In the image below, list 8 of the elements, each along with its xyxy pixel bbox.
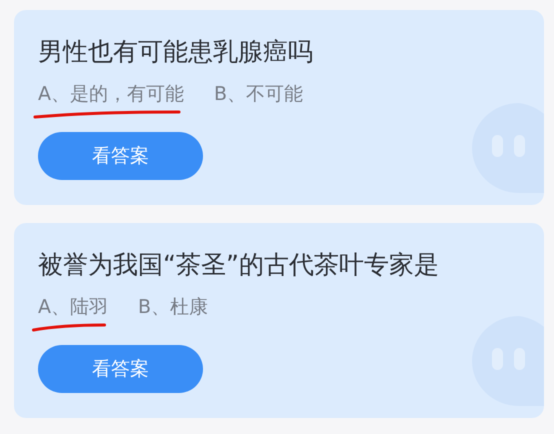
show-answer-button[interactable]: 看答案 xyxy=(38,132,203,180)
answer-option: B、不可能 xyxy=(214,82,304,106)
answer-option: A、是的，有可能 xyxy=(38,82,184,106)
question-title: 被誉为我国“茶圣”的古代茶叶专家是 xyxy=(38,249,440,281)
question-title: 男性也有可能患乳腺癌吗 xyxy=(38,36,314,68)
answer-option: B、杜康 xyxy=(138,295,208,319)
show-answer-button[interactable]: 看答案 xyxy=(38,345,203,393)
answer-option: A、陆羽 xyxy=(38,295,108,319)
